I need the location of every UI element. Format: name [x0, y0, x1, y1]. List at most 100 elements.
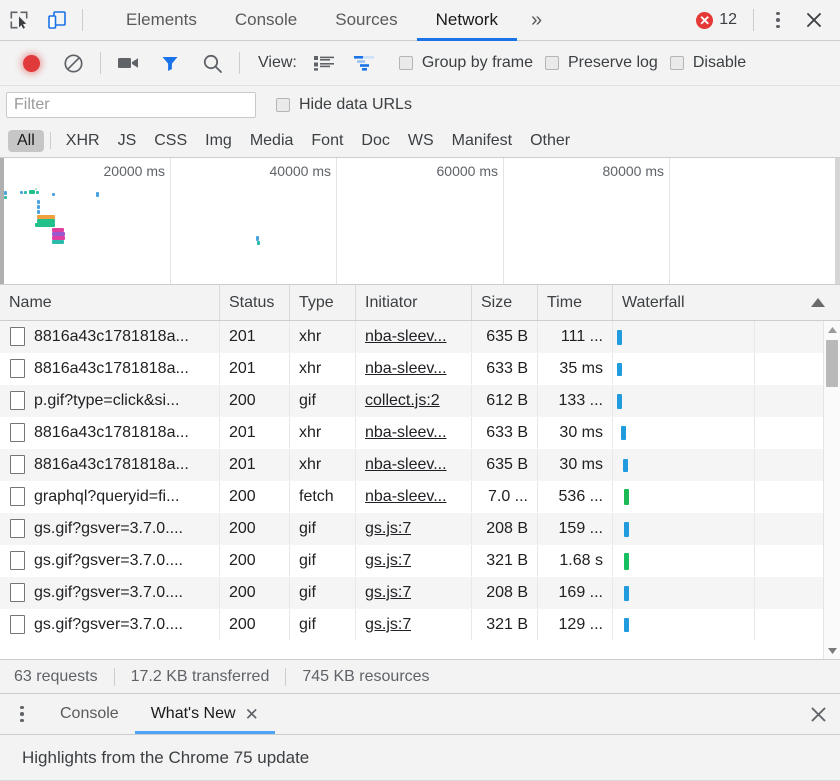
type-filter-other[interactable]: Other	[521, 130, 579, 152]
initiator-link[interactable]: collect.js:2	[365, 392, 440, 410]
initiator-link[interactable]: gs.js:7	[365, 552, 411, 570]
kebab-menu-icon[interactable]	[760, 2, 796, 38]
cell-initiator[interactable]: collect.js:2	[356, 385, 472, 416]
table-row[interactable]: 8816a43c1781818a...201xhrnba-sleev...633…	[0, 417, 840, 449]
cell-name[interactable]: 8816a43c1781818a...	[0, 449, 220, 480]
cell-name[interactable]: gs.gif?gsver=3.7.0....	[0, 609, 220, 640]
column-header-type[interactable]: Type	[290, 285, 356, 320]
table-row[interactable]: gs.gif?gsver=3.7.0....200gifgs.js:7208 B…	[0, 513, 840, 545]
waterfall-view-icon[interactable]	[345, 41, 387, 85]
drawer-kebab-menu-icon[interactable]	[0, 694, 44, 734]
cell-size: 633 B	[472, 353, 538, 384]
cell-name[interactable]: 8816a43c1781818a...	[0, 417, 220, 448]
cell-initiator[interactable]: nba-sleev...	[356, 481, 472, 512]
column-header-time[interactable]: Time	[538, 285, 613, 320]
filter-funnel-icon[interactable]	[149, 41, 191, 85]
cell-name[interactable]: p.gif?type=click&si...	[0, 385, 220, 416]
type-filter-all[interactable]: All	[8, 130, 44, 152]
table-body[interactable]: 8816a43c1781818a...201xhrnba-sleev...635…	[0, 321, 840, 659]
initiator-link[interactable]: nba-sleev...	[365, 424, 447, 442]
table-row[interactable]: 8816a43c1781818a...201xhrnba-sleev...633…	[0, 353, 840, 385]
search-icon[interactable]	[191, 41, 233, 85]
list-view-icon[interactable]	[303, 41, 345, 85]
table-vertical-scrollbar[interactable]	[823, 321, 840, 659]
overview-right-handle[interactable]	[835, 158, 840, 284]
type-filter-manifest[interactable]: Manifest	[443, 130, 521, 152]
overview-left-handle[interactable]	[0, 158, 4, 284]
column-header-initiator[interactable]: Initiator	[356, 285, 472, 320]
inspect-element-icon[interactable]	[0, 0, 38, 40]
column-header-waterfall[interactable]: Waterfall	[613, 285, 840, 320]
initiator-link[interactable]: nba-sleev...	[365, 456, 447, 474]
more-tabs-icon[interactable]: »	[517, 0, 556, 41]
drawer-tab-console[interactable]: Console	[44, 694, 135, 734]
camera-icon[interactable]	[107, 41, 149, 85]
cell-initiator[interactable]: nba-sleev...	[356, 449, 472, 480]
cell-name[interactable]: gs.gif?gsver=3.7.0....	[0, 513, 220, 544]
column-header-size[interactable]: Size	[472, 285, 538, 320]
type-filter-divider	[50, 132, 51, 149]
scroll-down-arrow-icon[interactable]	[824, 642, 840, 659]
type-filter-ws[interactable]: WS	[399, 130, 443, 152]
cell-initiator[interactable]: gs.js:7	[356, 545, 472, 576]
drawer-tab-whats-new[interactable]: What's New ✕	[135, 694, 275, 734]
table-row[interactable]: gs.gif?gsver=3.7.0....200gifgs.js:7321 B…	[0, 545, 840, 577]
cell-initiator[interactable]: gs.js:7	[356, 513, 472, 544]
column-header-name[interactable]: Name	[0, 285, 220, 320]
hide-data-urls-checkbox[interactable]: Hide data URLs	[276, 96, 412, 114]
column-header-name-label: Name	[9, 294, 52, 312]
table-row[interactable]: 8816a43c1781818a...201xhrnba-sleev...635…	[0, 449, 840, 481]
scrollbar-thumb[interactable]	[826, 340, 838, 387]
table-row[interactable]: graphql?queryid=fi...200fetchnba-sleev..…	[0, 481, 840, 513]
tab-elements[interactable]: Elements	[107, 0, 216, 41]
type-filter-css[interactable]: CSS	[145, 130, 196, 152]
table-row[interactable]: gs.gif?gsver=3.7.0....200gifgs.js:7208 B…	[0, 577, 840, 609]
close-icon[interactable]: ✕	[245, 706, 259, 723]
type-filter-img[interactable]: Img	[196, 130, 241, 152]
type-filter-js-label: JS	[118, 132, 137, 149]
initiator-link[interactable]: nba-sleev...	[365, 360, 447, 378]
initiator-link[interactable]: gs.js:7	[365, 616, 411, 634]
cell-initiator[interactable]: nba-sleev...	[356, 417, 472, 448]
scroll-up-arrow-icon[interactable]	[824, 321, 840, 338]
cell-name[interactable]: 8816a43c1781818a...	[0, 321, 220, 352]
cell-initiator[interactable]: nba-sleev...	[356, 321, 472, 352]
drawer-close-icon[interactable]	[796, 694, 840, 734]
table-row[interactable]: p.gif?type=click&si...200gifcollect.js:2…	[0, 385, 840, 417]
cell-name[interactable]: gs.gif?gsver=3.7.0....	[0, 577, 220, 608]
initiator-link[interactable]: gs.js:7	[365, 520, 411, 538]
initiator-link[interactable]: gs.js:7	[365, 584, 411, 602]
cell-name[interactable]: gs.gif?gsver=3.7.0....	[0, 545, 220, 576]
column-header-status[interactable]: Status	[220, 285, 290, 320]
cell-name[interactable]: graphql?queryid=fi...	[0, 481, 220, 512]
tab-network[interactable]: Network	[417, 0, 517, 41]
table-row[interactable]: gs.gif?gsver=3.7.0....200gifgs.js:7321 B…	[0, 609, 840, 641]
device-toolbar-icon[interactable]	[38, 0, 76, 40]
clear-icon[interactable]	[52, 41, 94, 85]
group-by-frame-checkbox[interactable]: Group by frame	[399, 54, 533, 72]
cell-type: xhr	[290, 353, 356, 384]
tab-sources[interactable]: Sources	[316, 0, 416, 41]
initiator-link[interactable]: nba-sleev...	[365, 328, 447, 346]
initiator-link[interactable]: nba-sleev...	[365, 488, 447, 506]
waterfall-bar	[621, 426, 626, 440]
cell-initiator[interactable]: gs.js:7	[356, 577, 472, 608]
close-icon[interactable]	[796, 2, 832, 38]
type-filter-media[interactable]: Media	[241, 130, 303, 152]
devtools-drawer: Console What's New ✕ Highlights from the…	[0, 694, 840, 781]
record-stop-icon[interactable]	[10, 41, 52, 85]
type-filter-doc[interactable]: Doc	[352, 130, 398, 152]
cell-initiator[interactable]: nba-sleev...	[356, 353, 472, 384]
type-filter-font[interactable]: Font	[302, 130, 352, 152]
tab-console[interactable]: Console	[216, 0, 316, 41]
table-row[interactable]: 8816a43c1781818a...201xhrnba-sleev...635…	[0, 321, 840, 353]
cell-name[interactable]: 8816a43c1781818a...	[0, 353, 220, 384]
cell-initiator[interactable]: gs.js:7	[356, 609, 472, 640]
type-filter-js[interactable]: JS	[109, 130, 146, 152]
filter-input[interactable]	[6, 92, 256, 118]
network-overview-timeline[interactable]: 20000 ms40000 ms60000 ms80000 ms	[0, 158, 840, 285]
disable-cache-checkbox[interactable]: Disable	[670, 54, 746, 72]
type-filter-xhr[interactable]: XHR	[57, 130, 109, 152]
error-count-badge[interactable]: ✕ 12	[686, 11, 747, 29]
preserve-log-checkbox[interactable]: Preserve log	[545, 54, 658, 72]
